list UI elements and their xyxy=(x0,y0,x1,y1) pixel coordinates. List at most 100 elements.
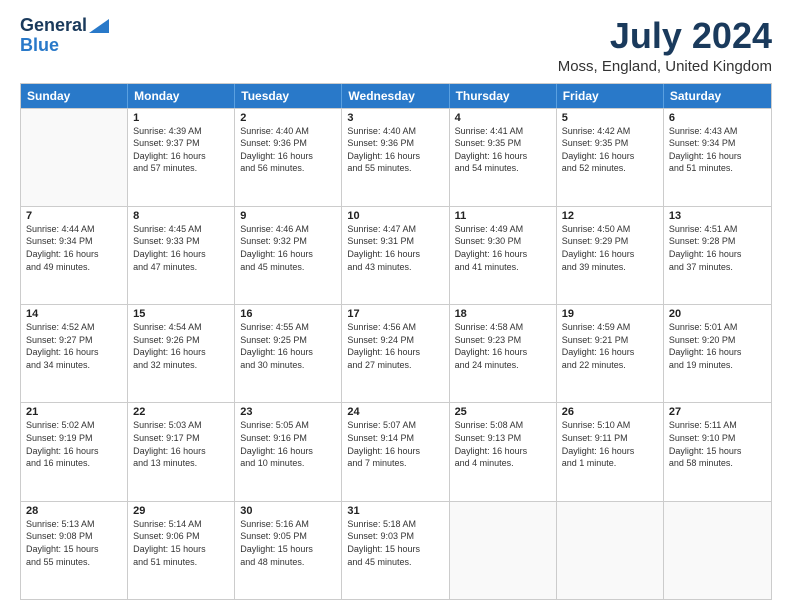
day-11: 11Sunrise: 4:49 AMSunset: 9:30 PMDayligh… xyxy=(450,207,557,304)
day-info: Sunrise: 4:40 AMSunset: 9:36 PMDaylight:… xyxy=(347,125,443,175)
day-info: Sunrise: 4:51 AMSunset: 9:28 PMDaylight:… xyxy=(669,223,766,273)
day-number: 4 xyxy=(455,112,551,124)
day-21: 21Sunrise: 5:02 AMSunset: 9:19 PMDayligh… xyxy=(21,403,128,500)
day-29: 29Sunrise: 5:14 AMSunset: 9:06 PMDayligh… xyxy=(128,502,235,599)
day-number: 27 xyxy=(669,406,766,418)
day-info: Sunrise: 4:52 AMSunset: 9:27 PMDaylight:… xyxy=(26,321,122,371)
day-number: 22 xyxy=(133,406,229,418)
logo-icon xyxy=(89,19,109,33)
day-number: 7 xyxy=(26,210,122,222)
day-number: 15 xyxy=(133,308,229,320)
day-number: 20 xyxy=(669,308,766,320)
day-info: Sunrise: 4:59 AMSunset: 9:21 PMDaylight:… xyxy=(562,321,658,371)
day-info: Sunrise: 5:16 AMSunset: 9:05 PMDaylight:… xyxy=(240,518,336,568)
calendar: SundayMondayTuesdayWednesdayThursdayFrid… xyxy=(20,83,772,600)
day-26: 26Sunrise: 5:10 AMSunset: 9:11 PMDayligh… xyxy=(557,403,664,500)
day-4: 4Sunrise: 4:41 AMSunset: 9:35 PMDaylight… xyxy=(450,109,557,206)
day-info: Sunrise: 5:01 AMSunset: 9:20 PMDaylight:… xyxy=(669,321,766,371)
day-number: 26 xyxy=(562,406,658,418)
day-info: Sunrise: 4:42 AMSunset: 9:35 PMDaylight:… xyxy=(562,125,658,175)
logo-blue: Blue xyxy=(20,36,59,56)
day-number: 13 xyxy=(669,210,766,222)
day-info: Sunrise: 4:44 AMSunset: 9:34 PMDaylight:… xyxy=(26,223,122,273)
day-info: Sunrise: 4:58 AMSunset: 9:23 PMDaylight:… xyxy=(455,321,551,371)
day-30: 30Sunrise: 5:16 AMSunset: 9:05 PMDayligh… xyxy=(235,502,342,599)
day-info: Sunrise: 4:40 AMSunset: 9:36 PMDaylight:… xyxy=(240,125,336,175)
day-31: 31Sunrise: 5:18 AMSunset: 9:03 PMDayligh… xyxy=(342,502,449,599)
day-6: 6Sunrise: 4:43 AMSunset: 9:34 PMDaylight… xyxy=(664,109,771,206)
day-info: Sunrise: 5:11 AMSunset: 9:10 PMDaylight:… xyxy=(669,419,766,469)
day-8: 8Sunrise: 4:45 AMSunset: 9:33 PMDaylight… xyxy=(128,207,235,304)
day-9: 9Sunrise: 4:46 AMSunset: 9:32 PMDaylight… xyxy=(235,207,342,304)
logo: General Blue xyxy=(20,16,109,56)
day-number: 14 xyxy=(26,308,122,320)
day-info: Sunrise: 4:50 AMSunset: 9:29 PMDaylight:… xyxy=(562,223,658,273)
day-number: 28 xyxy=(26,505,122,517)
day-3: 3Sunrise: 4:40 AMSunset: 9:36 PMDaylight… xyxy=(342,109,449,206)
week-row-4: 21Sunrise: 5:02 AMSunset: 9:19 PMDayligh… xyxy=(21,402,771,500)
day-info: Sunrise: 4:39 AMSunset: 9:37 PMDaylight:… xyxy=(133,125,229,175)
day-25: 25Sunrise: 5:08 AMSunset: 9:13 PMDayligh… xyxy=(450,403,557,500)
day-number: 19 xyxy=(562,308,658,320)
day-info: Sunrise: 5:13 AMSunset: 9:08 PMDaylight:… xyxy=(26,518,122,568)
day-number: 1 xyxy=(133,112,229,124)
calendar-title: July 2024 xyxy=(558,16,772,56)
day-19: 19Sunrise: 4:59 AMSunset: 9:21 PMDayligh… xyxy=(557,305,664,402)
day-number: 23 xyxy=(240,406,336,418)
day-info: Sunrise: 4:41 AMSunset: 9:35 PMDaylight:… xyxy=(455,125,551,175)
day-info: Sunrise: 4:54 AMSunset: 9:26 PMDaylight:… xyxy=(133,321,229,371)
week-row-3: 14Sunrise: 4:52 AMSunset: 9:27 PMDayligh… xyxy=(21,304,771,402)
day-info: Sunrise: 5:10 AMSunset: 9:11 PMDaylight:… xyxy=(562,419,658,469)
calendar-header: SundayMondayTuesdayWednesdayThursdayFrid… xyxy=(21,84,771,108)
day-number: 2 xyxy=(240,112,336,124)
day-22: 22Sunrise: 5:03 AMSunset: 9:17 PMDayligh… xyxy=(128,403,235,500)
day-number: 29 xyxy=(133,505,229,517)
header-monday: Monday xyxy=(128,84,235,108)
day-info: Sunrise: 5:07 AMSunset: 9:14 PMDaylight:… xyxy=(347,419,443,469)
day-number: 24 xyxy=(347,406,443,418)
calendar-body: 1Sunrise: 4:39 AMSunset: 9:37 PMDaylight… xyxy=(21,108,771,599)
day-16: 16Sunrise: 4:55 AMSunset: 9:25 PMDayligh… xyxy=(235,305,342,402)
day-info: Sunrise: 5:02 AMSunset: 9:19 PMDaylight:… xyxy=(26,419,122,469)
day-info: Sunrise: 5:08 AMSunset: 9:13 PMDaylight:… xyxy=(455,419,551,469)
day-number: 11 xyxy=(455,210,551,222)
day-1: 1Sunrise: 4:39 AMSunset: 9:37 PMDaylight… xyxy=(128,109,235,206)
day-18: 18Sunrise: 4:58 AMSunset: 9:23 PMDayligh… xyxy=(450,305,557,402)
day-info: Sunrise: 4:45 AMSunset: 9:33 PMDaylight:… xyxy=(133,223,229,273)
empty-cell xyxy=(664,502,771,599)
day-24: 24Sunrise: 5:07 AMSunset: 9:14 PMDayligh… xyxy=(342,403,449,500)
day-14: 14Sunrise: 4:52 AMSunset: 9:27 PMDayligh… xyxy=(21,305,128,402)
day-info: Sunrise: 4:43 AMSunset: 9:34 PMDaylight:… xyxy=(669,125,766,175)
day-10: 10Sunrise: 4:47 AMSunset: 9:31 PMDayligh… xyxy=(342,207,449,304)
header: General Blue July 2024 Moss, England, Un… xyxy=(20,16,772,75)
calendar-subtitle: Moss, England, United Kingdom xyxy=(558,58,772,75)
day-number: 16 xyxy=(240,308,336,320)
empty-cell xyxy=(450,502,557,599)
week-row-1: 1Sunrise: 4:39 AMSunset: 9:37 PMDaylight… xyxy=(21,108,771,206)
header-thursday: Thursday xyxy=(450,84,557,108)
day-5: 5Sunrise: 4:42 AMSunset: 9:35 PMDaylight… xyxy=(557,109,664,206)
week-row-5: 28Sunrise: 5:13 AMSunset: 9:08 PMDayligh… xyxy=(21,501,771,599)
day-12: 12Sunrise: 4:50 AMSunset: 9:29 PMDayligh… xyxy=(557,207,664,304)
title-block: July 2024 Moss, England, United Kingdom xyxy=(558,16,772,75)
day-7: 7Sunrise: 4:44 AMSunset: 9:34 PMDaylight… xyxy=(21,207,128,304)
day-28: 28Sunrise: 5:13 AMSunset: 9:08 PMDayligh… xyxy=(21,502,128,599)
day-number: 25 xyxy=(455,406,551,418)
day-info: Sunrise: 4:46 AMSunset: 9:32 PMDaylight:… xyxy=(240,223,336,273)
day-info: Sunrise: 4:55 AMSunset: 9:25 PMDaylight:… xyxy=(240,321,336,371)
day-2: 2Sunrise: 4:40 AMSunset: 9:36 PMDaylight… xyxy=(235,109,342,206)
day-info: Sunrise: 4:47 AMSunset: 9:31 PMDaylight:… xyxy=(347,223,443,273)
day-number: 6 xyxy=(669,112,766,124)
day-number: 10 xyxy=(347,210,443,222)
day-number: 21 xyxy=(26,406,122,418)
empty-cell xyxy=(21,109,128,206)
page: General Blue July 2024 Moss, England, Un… xyxy=(0,0,792,612)
day-info: Sunrise: 5:14 AMSunset: 9:06 PMDaylight:… xyxy=(133,518,229,568)
header-friday: Friday xyxy=(557,84,664,108)
day-info: Sunrise: 5:05 AMSunset: 9:16 PMDaylight:… xyxy=(240,419,336,469)
day-info: Sunrise: 4:56 AMSunset: 9:24 PMDaylight:… xyxy=(347,321,443,371)
header-saturday: Saturday xyxy=(664,84,771,108)
day-number: 9 xyxy=(240,210,336,222)
day-number: 17 xyxy=(347,308,443,320)
day-number: 30 xyxy=(240,505,336,517)
